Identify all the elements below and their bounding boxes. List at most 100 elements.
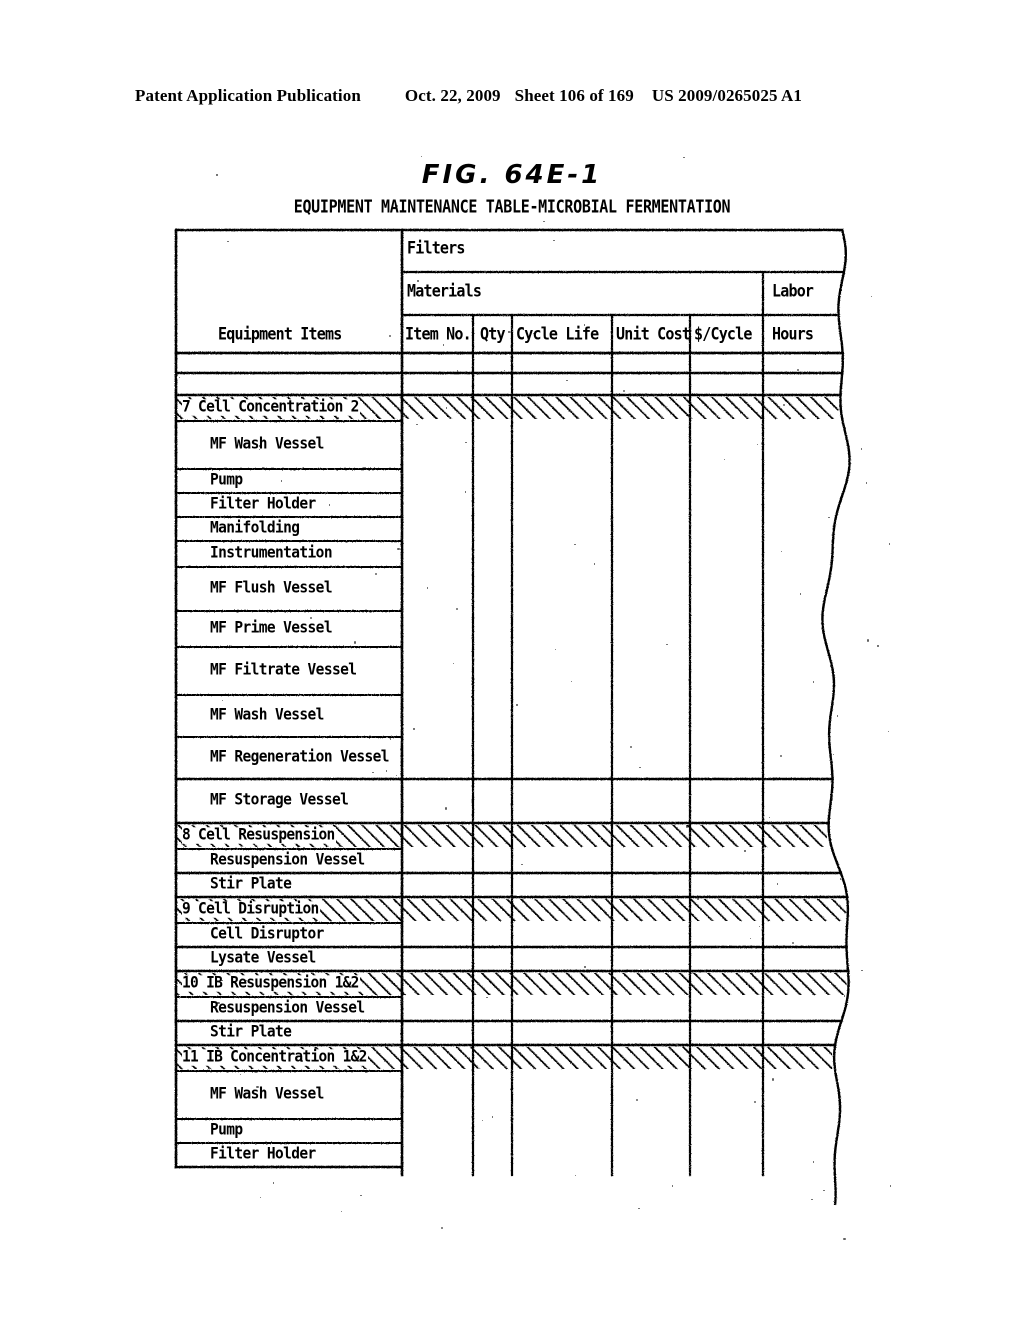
scan-speck <box>397 547 400 550</box>
equipment-row-label: MF Wash Vessel <box>210 435 324 453</box>
scan-speck <box>420 155 422 158</box>
scan-speck <box>516 704 518 706</box>
scan-speck <box>683 156 685 158</box>
scan-speck <box>471 696 473 698</box>
scan-speck <box>301 1060 303 1062</box>
scan-speck <box>889 1185 892 1187</box>
group-header-labor: Labor <box>772 280 814 302</box>
scan-speck <box>828 516 830 519</box>
scan-speck <box>353 641 356 644</box>
scan-speck <box>865 482 868 484</box>
scan-speck <box>877 645 879 647</box>
scan-speck <box>216 174 218 176</box>
publication-date: Oct. 22, 2009 <box>404 86 501 105</box>
equipment-row-label: Filter Holder <box>210 495 316 513</box>
column-header-qty: Qty <box>480 323 505 345</box>
scan-speck <box>799 593 802 595</box>
scan-speck <box>445 407 448 409</box>
figure-caption: EQUIPMENT MAINTENANCE TABLE-MICROBIAL FE… <box>293 196 731 218</box>
scan-speck <box>758 925 760 927</box>
scan-speck <box>583 324 586 326</box>
scan-speck <box>543 220 545 223</box>
equipment-row-label: MF Wash Vessel <box>210 706 324 724</box>
scan-speck <box>201 228 204 231</box>
sheet-number: Sheet 106 of 169 <box>514 86 634 105</box>
scan-speck <box>784 335 786 338</box>
scan-speck <box>843 995 846 997</box>
publication-header: Patent Application Publication Oct. 22, … <box>135 86 890 106</box>
group-header-materials: Materials <box>407 280 482 302</box>
equipment-row-label: Manifolding <box>210 519 300 537</box>
scan-speck <box>413 728 415 730</box>
equipment-row-label: MF Flush Vessel <box>210 579 333 597</box>
scan-speck <box>843 1238 846 1241</box>
scan-speck <box>783 403 786 406</box>
scan-speck <box>440 1226 444 1229</box>
scan-speck <box>532 332 534 334</box>
scan-speck <box>867 639 870 642</box>
patent-number: US 2009/0265025 A1 <box>651 86 802 105</box>
scan-speck <box>385 770 388 772</box>
scan-speck <box>860 448 863 450</box>
scan-speck <box>888 543 891 545</box>
equipment-row-label: MF Storage Vessel <box>210 791 349 809</box>
equipment-row-label: Stir Plate <box>210 1023 292 1041</box>
scan-speck <box>697 898 699 900</box>
equipment-row-label: Resuspension Vessel <box>210 851 365 869</box>
scan-speck <box>836 715 838 717</box>
scan-speck <box>887 730 890 733</box>
publication-title: Patent Application Publication <box>135 86 361 105</box>
scan-speck <box>388 334 391 338</box>
scan-speck <box>666 643 668 645</box>
scan-speck <box>833 1156 836 1158</box>
figure-label: FIG. 64E-1 <box>421 160 603 190</box>
scan-speck <box>464 491 466 493</box>
section-row-label: 9 Cell Disruption <box>182 900 320 918</box>
section-row-label: 8 Cell Resuspension <box>182 826 336 844</box>
scan-speck <box>466 208 469 211</box>
section-row-label: 11 IB Concentration 1&2 <box>182 1048 368 1066</box>
scan-speck <box>258 445 261 447</box>
equipment-row-label: MF Filtrate Vessel <box>210 661 357 679</box>
scan-speck <box>811 1198 813 1200</box>
scan-speck <box>639 766 641 769</box>
scan-speck <box>622 389 625 393</box>
scan-speck <box>870 295 873 298</box>
equipment-row-label: Lysate Vessel <box>210 949 316 967</box>
scan-speck <box>360 1194 362 1197</box>
scan-speck <box>839 878 841 880</box>
scan-speck <box>744 850 746 852</box>
column-header-hours: Hours <box>772 323 814 345</box>
scan-speck <box>240 792 242 794</box>
equipment-row-label: Filter Holder <box>210 1145 316 1163</box>
scan-speck <box>861 969 863 972</box>
group-header-filters: Filters <box>407 237 465 259</box>
column-header-item_no: Item No. <box>405 323 472 345</box>
scan-speck <box>508 331 510 333</box>
scan-speck <box>812 681 815 683</box>
equipment-row-label: Pump <box>210 471 243 489</box>
scan-speck <box>553 239 555 241</box>
scan-speck <box>272 1182 274 1184</box>
equipment-row-label: MF Prime Vessel <box>210 619 333 637</box>
scan-speck <box>584 966 586 968</box>
scan-speck <box>796 368 800 371</box>
column-header-cycle_life: Cycle Life <box>516 323 599 345</box>
scan-speck <box>456 370 458 372</box>
scan-speck <box>465 441 467 443</box>
equipment-row-label: Instrumentation <box>210 544 333 562</box>
scan-speck <box>217 1001 220 1004</box>
equipment-row-label: Stir Plate <box>210 875 292 893</box>
column-header-per_cycle: $/Cycle <box>694 323 752 345</box>
equipment-row-label: Pump <box>210 1121 243 1139</box>
column-header-equipment-items: Equipment Items <box>218 323 342 345</box>
section-row-label: 7 Cell Concentration 2 <box>182 398 360 416</box>
section-row-label: 10 IB Resuspension 1&2 <box>182 974 360 992</box>
scan-speck <box>685 825 688 828</box>
equipment-row-label: MF Regeneration Vessel <box>210 748 389 766</box>
equipment-row-label: MF Wash Vessel <box>210 1085 324 1103</box>
scan-speck <box>340 1210 343 1212</box>
equipment-row-label: Resuspension Vessel <box>210 999 365 1017</box>
equipment-maintenance-table: Filters Materials Labor Equipment Items Item… <box>174 228 851 1206</box>
scan-speck <box>638 1207 640 1210</box>
